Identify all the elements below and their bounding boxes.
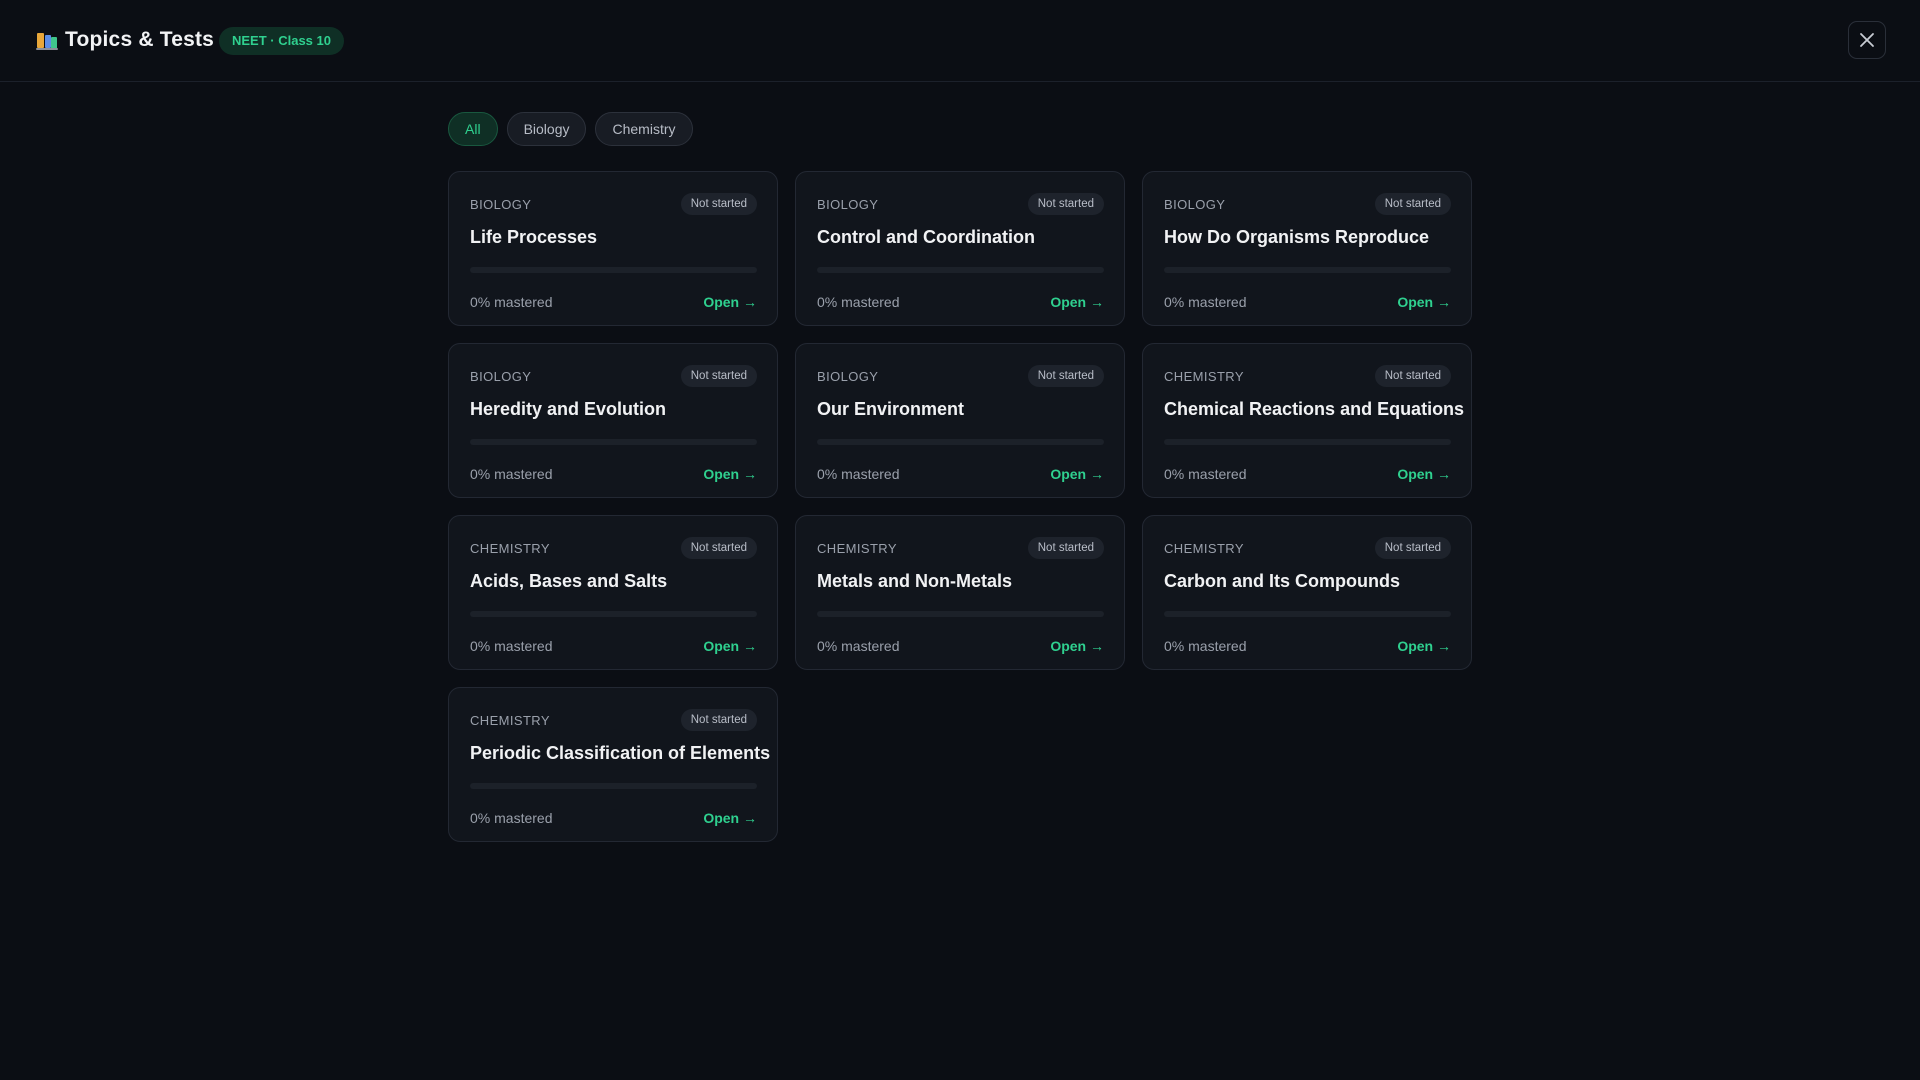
mastery-text: 0% mastered <box>1164 294 1247 310</box>
filter-chip-all[interactable]: All <box>448 112 498 146</box>
subject-label: CHEMISTRY <box>470 713 550 728</box>
status-badge: Not started <box>1374 365 1451 387</box>
progress-bar <box>1164 439 1451 445</box>
topic-title: Chemical Reactions and Equations <box>1164 399 1465 419</box>
progress-bar <box>470 611 757 617</box>
open-topic-link[interactable]: Open → <box>1050 294 1104 310</box>
progress-bar <box>817 439 1104 445</box>
open-topic-link[interactable]: Open → <box>1050 638 1104 654</box>
topic-card[interactable]: BIOLOGY Not started Life Processes 0% ma… <box>448 171 778 326</box>
topic-title: How Do Organisms Reproduce <box>1164 227 1430 247</box>
status-badge: Not started <box>1374 193 1451 215</box>
progress-bar <box>470 783 757 789</box>
open-topic-link[interactable]: Open → <box>703 638 757 654</box>
topic-card[interactable]: BIOLOGY Not started Our Environment 0% m… <box>795 343 1125 498</box>
open-topic-link[interactable]: Open → <box>703 466 757 482</box>
progress-bar <box>1164 611 1451 617</box>
subject-label: BIOLOGY <box>470 369 532 384</box>
topic-title: Metals and Non-Metals <box>817 571 1013 591</box>
subject-filter-bar: All Biology Chemistry <box>448 112 693 146</box>
status-badge: Not started <box>1027 193 1104 215</box>
close-button[interactable] <box>1848 21 1886 59</box>
topic-card[interactable]: CHEMISTRY Not started Chemical Reactions… <box>1142 343 1472 498</box>
topic-card[interactable]: CHEMISTRY Not started Acids, Bases and S… <box>448 515 778 670</box>
top-bar: Topics & Tests NEET · Class 10 <box>0 0 1920 82</box>
progress-bar <box>470 439 757 445</box>
status-badge: Not started <box>680 193 757 215</box>
mastery-text: 0% mastered <box>817 466 900 482</box>
subject-label: BIOLOGY <box>817 197 879 212</box>
topic-grid: BIOLOGY Not started Life Processes 0% ma… <box>448 171 1472 842</box>
open-topic-link[interactable]: Open → <box>1397 466 1451 482</box>
open-topic-link[interactable]: Open → <box>1050 466 1104 482</box>
mastery-text: 0% mastered <box>1164 466 1247 482</box>
topic-title: Periodic Classification of Elements <box>470 743 771 763</box>
progress-bar <box>470 267 757 273</box>
subject-label: CHEMISTRY <box>470 541 550 556</box>
filter-chip-biology[interactable]: Biology <box>506 112 587 146</box>
mastery-text: 0% mastered <box>817 638 900 654</box>
close-icon <box>1860 33 1874 47</box>
status-badge: Not started <box>1027 537 1104 559</box>
subject-label: BIOLOGY <box>817 369 879 384</box>
mastery-text: 0% mastered <box>470 466 553 482</box>
topic-title: Carbon and Its Compounds <box>1164 571 1400 591</box>
topic-title: Our Environment <box>817 399 965 419</box>
subject-label: CHEMISTRY <box>817 541 897 556</box>
progress-bar <box>817 611 1104 617</box>
topic-card[interactable]: BIOLOGY Not started Control and Coordina… <box>795 171 1125 326</box>
progress-bar <box>817 267 1104 273</box>
status-badge: Not started <box>680 709 757 731</box>
progress-bar <box>1164 267 1451 273</box>
course-badge: NEET · Class 10 <box>219 27 344 55</box>
mastery-text: 0% mastered <box>470 294 553 310</box>
status-badge: Not started <box>680 537 757 559</box>
open-topic-link[interactable]: Open → <box>1397 294 1451 310</box>
mastery-text: 0% mastered <box>470 810 553 826</box>
mastery-text: 0% mastered <box>817 294 900 310</box>
status-badge: Not started <box>1027 365 1104 387</box>
topic-card[interactable]: CHEMISTRY Not started Periodic Classific… <box>448 687 778 842</box>
topic-card[interactable]: BIOLOGY Not started Heredity and Evoluti… <box>448 343 778 498</box>
topic-title: Control and Coordination <box>817 227 1035 247</box>
topic-card[interactable]: CHEMISTRY Not started Metals and Non-Met… <box>795 515 1125 670</box>
filter-chip-chemistry[interactable]: Chemistry <box>595 112 693 146</box>
subject-label: CHEMISTRY <box>1164 541 1244 556</box>
open-topic-link[interactable]: Open → <box>703 810 757 826</box>
topic-card[interactable]: CHEMISTRY Not started Carbon and Its Com… <box>1142 515 1472 670</box>
mastery-text: 0% mastered <box>470 638 553 654</box>
subject-label: CHEMISTRY <box>1164 369 1244 384</box>
open-topic-link[interactable]: Open → <box>703 294 757 310</box>
books-icon <box>36 33 58 50</box>
status-badge: Not started <box>680 365 757 387</box>
subject-label: BIOLOGY <box>470 197 532 212</box>
topic-title: Life Processes <box>470 227 598 247</box>
mastery-text: 0% mastered <box>1164 638 1247 654</box>
open-topic-link[interactable]: Open → <box>1397 638 1451 654</box>
subject-label: BIOLOGY <box>1164 197 1226 212</box>
page-title: Topics & Tests <box>65 28 215 51</box>
topic-card[interactable]: BIOLOGY Not started How Do Organisms Rep… <box>1142 171 1472 326</box>
topic-title: Acids, Bases and Salts <box>470 571 668 591</box>
topic-title: Heredity and Evolution <box>470 399 667 419</box>
status-badge: Not started <box>1374 537 1451 559</box>
